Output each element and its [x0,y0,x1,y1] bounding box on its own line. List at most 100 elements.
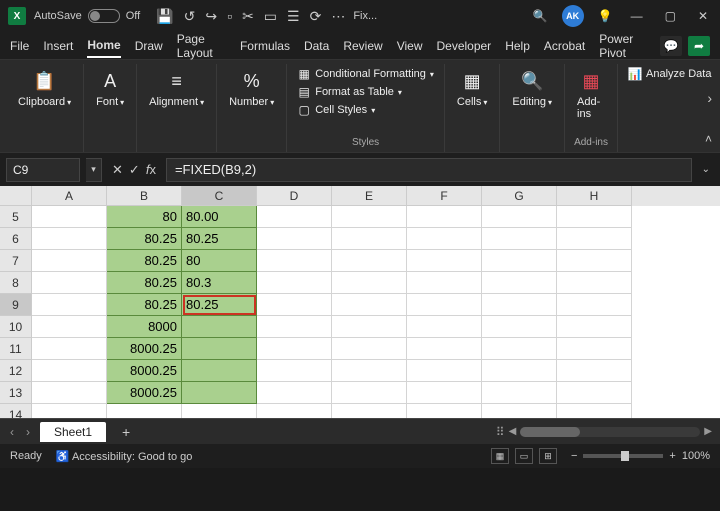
sheet-tab[interactable]: Sheet1 [40,422,106,442]
row-header[interactable]: 11 [0,338,32,360]
cell[interactable] [32,316,107,338]
cell[interactable]: 80.25 [107,228,182,250]
cell[interactable] [257,250,332,272]
col-header[interactable]: G [482,186,557,206]
tab-data[interactable]: Data [304,35,329,57]
cell[interactable] [482,316,557,338]
cells-button[interactable]: ▦ Cells▾ [453,66,491,110]
col-header[interactable]: B [107,186,182,206]
editing-button[interactable]: 🔍 Editing▾ [508,66,556,110]
cell[interactable]: 80.25 [107,250,182,272]
cell[interactable] [482,382,557,404]
document-name[interactable]: Fix... [353,10,377,22]
cell[interactable] [557,382,632,404]
name-box[interactable]: C9 [6,158,80,182]
row-header[interactable]: 9 [0,294,32,316]
expand-formula-bar-icon[interactable]: ⌄ [698,164,714,175]
fx-icon[interactable]: fx [146,162,156,178]
cell[interactable] [182,316,257,338]
toggle-switch[interactable] [88,9,120,23]
col-header[interactable]: A [32,186,107,206]
tab-insert[interactable]: Insert [43,35,73,57]
cell[interactable] [407,250,482,272]
row-header[interactable]: 10 [0,316,32,338]
row-header[interactable]: 14 [0,404,32,418]
tab-review[interactable]: Review [343,35,382,57]
hscroll-right-icon[interactable]: ▶ [704,426,712,437]
cell[interactable] [407,272,482,294]
cell[interactable] [482,338,557,360]
autosave-toggle[interactable]: AutoSave Off [34,9,140,23]
close-button[interactable]: ✕ [694,5,712,27]
cell[interactable] [557,272,632,294]
cell[interactable] [332,272,407,294]
user-avatar[interactable]: AK [562,5,584,27]
cell[interactable] [257,382,332,404]
hscroll-left-icon[interactable]: ◀ [509,426,517,437]
cell-styles-button[interactable]: ▢Cell Styles▾ [295,102,436,118]
cell[interactable]: 80.25 [107,294,182,316]
cell[interactable] [407,228,482,250]
sheet-nav-prev[interactable]: ‹ [8,425,16,439]
cell[interactable] [482,272,557,294]
cell[interactable] [557,404,632,418]
share-button[interactable]: ➦ [688,36,710,56]
qat-more-icon[interactable]: ⋯ [331,8,345,25]
tab-page-layout[interactable]: Page Layout [177,28,226,64]
cell[interactable] [332,294,407,316]
col-header[interactable]: E [332,186,407,206]
undo-icon[interactable]: ↺ [184,8,196,25]
cell[interactable]: 80.3 [182,272,257,294]
qat-icon[interactable]: ☰ [287,8,300,25]
cell[interactable] [257,404,332,418]
tab-file[interactable]: File [10,35,29,57]
cell[interactable] [32,338,107,360]
collapse-ribbon-icon[interactable]: ˄ [705,132,712,146]
ribbon-overflow[interactable]: › [707,90,712,106]
row-header[interactable]: 12 [0,360,32,382]
row-header[interactable]: 6 [0,228,32,250]
cell[interactable]: 80 [107,206,182,228]
paste-button[interactable]: 📋 Clipboard▾ [14,66,75,110]
col-header[interactable]: D [257,186,332,206]
cell[interactable] [332,250,407,272]
cell[interactable] [557,228,632,250]
cell[interactable] [257,338,332,360]
tab-formulas[interactable]: Formulas [240,35,290,57]
cell[interactable] [332,360,407,382]
cell[interactable] [32,272,107,294]
lightbulb-icon[interactable]: 💡 [598,9,613,23]
cell[interactable] [557,316,632,338]
qat-icon[interactable]: ▭ [264,8,277,25]
row-header[interactable]: 13 [0,382,32,404]
cell[interactable] [407,206,482,228]
cell[interactable]: 80.00 [182,206,257,228]
normal-view-button[interactable]: ▦ [491,448,509,464]
select-all-corner[interactable] [0,186,32,206]
cell[interactable] [332,316,407,338]
zoom-out-button[interactable]: − [571,450,577,462]
row-header[interactable]: 5 [0,206,32,228]
tab-acrobat[interactable]: Acrobat [544,35,585,57]
cell[interactable]: 8000.25 [107,382,182,404]
cut-icon[interactable]: ✂ [242,8,254,25]
cell[interactable] [32,294,107,316]
tab-home[interactable]: Home [87,34,120,58]
cell[interactable] [182,360,257,382]
sheet-menu-icon[interactable]: ⠿ [496,425,505,439]
cell[interactable] [407,360,482,382]
cell[interactable] [557,294,632,316]
cell[interactable] [482,360,557,382]
cell[interactable]: 80 [182,250,257,272]
cell[interactable]: 8000.25 [107,338,182,360]
cell[interactable] [182,404,257,418]
zoom-in-button[interactable]: + [669,450,675,462]
tab-help[interactable]: Help [505,35,530,57]
cell[interactable] [482,404,557,418]
redo-icon[interactable]: ↪ [205,8,217,25]
cell[interactable] [257,316,332,338]
cell[interactable] [32,250,107,272]
cell[interactable] [332,206,407,228]
cell[interactable]: 80.25 [182,294,257,316]
row-header[interactable]: 7 [0,250,32,272]
